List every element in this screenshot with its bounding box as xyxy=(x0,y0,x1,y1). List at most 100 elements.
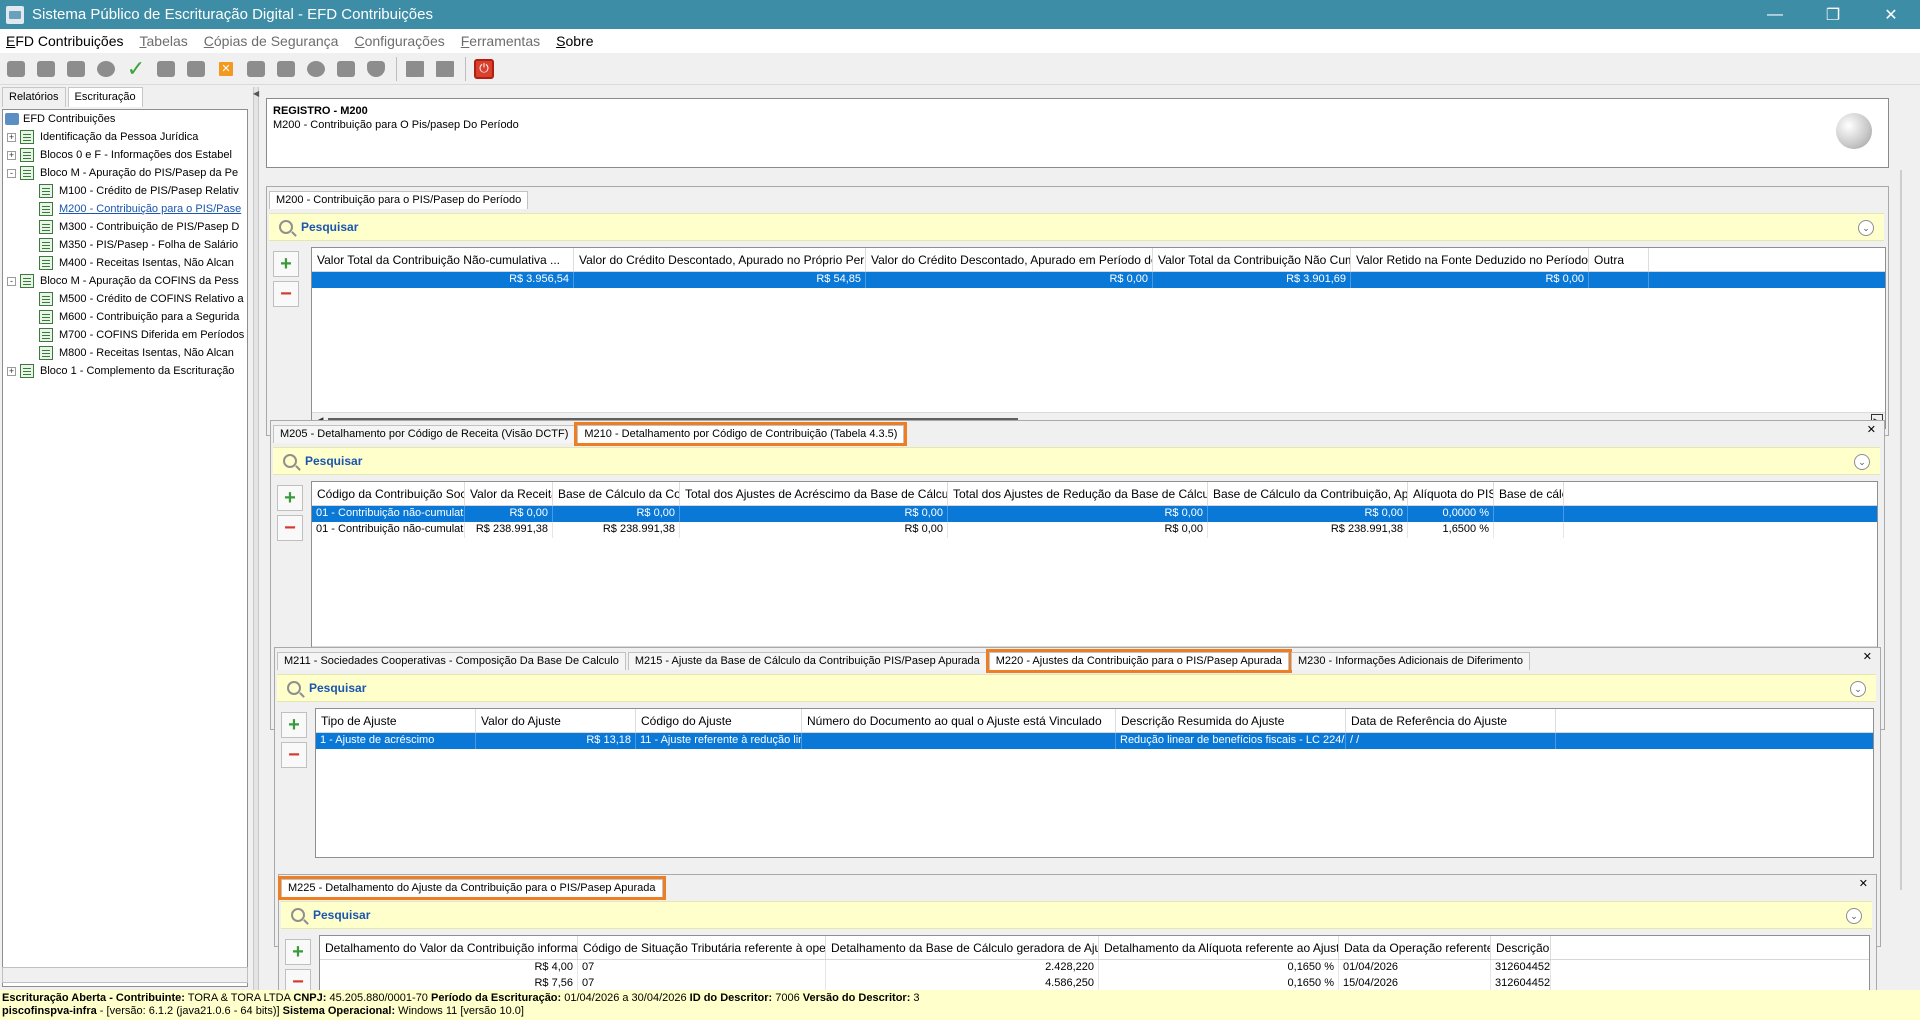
table-row[interactable]: 01 - Contribuição não-cumulativa ap...R$… xyxy=(312,522,1877,538)
column-header[interactable]: Valor do Crédito Descontado, Apurado no … xyxy=(574,248,866,271)
search-bar[interactable]: Pesquisar ⌄ xyxy=(277,674,1876,702)
search-bar[interactable]: Pesquisar ⌄ xyxy=(273,447,1880,475)
table-row[interactable]: R$ 4,00 07 2.428,220 0,1650 % 01/04/2026 3126… xyxy=(320,960,1869,976)
column-header[interactable]: Data da Operação referente ao ... xyxy=(1339,936,1491,959)
delete-icon[interactable] xyxy=(184,57,208,81)
close-window-button[interactable]: ✕ xyxy=(1862,0,1920,29)
column-header[interactable]: Valor Total da Contribuição Não Cumulati… xyxy=(1153,248,1351,271)
tab-m220[interactable]: M220 - Ajustes da Contribuição para o PI… xyxy=(985,649,1292,673)
new-icon[interactable] xyxy=(4,57,28,81)
column-header[interactable]: Valor do Ajuste xyxy=(476,709,636,732)
table-row[interactable]: R$ 3.956,54 R$ 54,85 R$ 0,00 R$ 3.901,69 R$ … xyxy=(312,272,1885,288)
tab-m225[interactable]: M225 - Detalhamento do Ajuste da Contrib… xyxy=(278,876,666,900)
collapse-arrow-icon[interactable]: ◀ xyxy=(253,89,259,98)
chevron-down-icon[interactable]: ⌄ xyxy=(1846,908,1862,924)
add-record-button[interactable]: + xyxy=(273,251,299,277)
menu-sobre[interactable]: Sobre xyxy=(556,33,593,49)
column-header[interactable]: Base de cálculo xyxy=(1494,482,1564,505)
column-header[interactable]: Base de Cálculo da Contri... xyxy=(553,482,680,505)
tree-item[interactable]: - Bloco M - Apuração do PIS/Pasep da Pe xyxy=(3,164,247,182)
tab-m230[interactable]: M230 - Informações Adicionais de Diferim… xyxy=(1290,652,1530,670)
tab-m211[interactable]: M211 - Sociedades Cooperativas - Composi… xyxy=(277,652,626,670)
folder-icon[interactable] xyxy=(64,57,88,81)
validate-check-icon[interactable]: ✓ xyxy=(124,56,148,81)
scroll-thumb[interactable] xyxy=(1900,170,1902,890)
expand-icon[interactable]: + xyxy=(7,132,16,142)
search-bar[interactable]: Pesquisar ⌄ xyxy=(269,213,1884,241)
tab-m210[interactable]: M210 - Detalhamento por Código de Contri… xyxy=(574,422,908,446)
expand-icon[interactable]: + xyxy=(7,150,16,160)
tree-item[interactable]: M800 - Receitas Isentas, Não Alcan xyxy=(3,344,247,362)
column-header[interactable]: Tipo de Ajuste xyxy=(316,709,476,732)
settings-icon[interactable] xyxy=(94,57,118,81)
tree-horizontal-scrollbar[interactable] xyxy=(2,967,248,983)
close-section-icon[interactable]: ✕ xyxy=(1859,877,1868,890)
tree-item[interactable]: M600 - Contribuição para a Segurida xyxy=(3,308,247,326)
search-label[interactable]: Pesquisar xyxy=(313,908,370,922)
column-header[interactable]: Número do Documento ao qual o Ajuste est… xyxy=(802,709,1116,732)
tree-item[interactable]: - Bloco M - Apuração da COFINS da Pess xyxy=(3,272,247,290)
column-header[interactable]: Código da Contribuição Social ... xyxy=(312,482,465,505)
tree-item[interactable]: M100 - Crédito de PIS/Pasep Relativ xyxy=(3,182,247,200)
column-header[interactable]: Detalhamento da Alíquota referente ao Aj… xyxy=(1099,936,1339,959)
expand-icon[interactable]: + xyxy=(7,366,16,376)
add-record-button[interactable]: + xyxy=(281,712,307,738)
menu-ferramentas[interactable]: Ferramentas xyxy=(461,33,540,49)
panel-splitter[interactable]: ◀ xyxy=(252,87,260,990)
column-header[interactable]: Código do Ajuste xyxy=(636,709,802,732)
menu-efd-contribuicoes[interactable]: EFD Contribuições xyxy=(6,33,124,49)
save-icon[interactable] xyxy=(403,57,427,81)
column-header[interactable]: Descrição Resumida do Ajuste xyxy=(1116,709,1346,732)
minimize-button[interactable]: — xyxy=(1746,0,1804,29)
tree-item[interactable]: M200 - Contribuição para o PIS/Pase xyxy=(3,200,247,218)
column-header[interactable]: Outra xyxy=(1589,248,1649,271)
save-as-icon[interactable] xyxy=(433,57,457,81)
column-header[interactable]: Descrição d xyxy=(1491,936,1551,959)
collapse-icon[interactable]: - xyxy=(7,168,16,178)
tab-m215[interactable]: M215 - Ajuste da Base de Cálculo da Cont… xyxy=(627,652,987,670)
transmit-icon[interactable] xyxy=(334,57,358,81)
search-bar[interactable]: Pesquisar ⌄ xyxy=(281,901,1872,929)
column-header[interactable]: Alíquota do PIS/... xyxy=(1408,482,1494,505)
column-header[interactable]: Valor do Crédito Descontado, Apurado em … xyxy=(866,248,1153,271)
table-row[interactable]: 1 - Ajuste de acréscimo R$ 13,18 11 - Ajus… xyxy=(316,733,1873,749)
add-record-button[interactable]: + xyxy=(277,485,303,511)
open-icon[interactable] xyxy=(34,57,58,81)
column-header[interactable]: Detalhamento do Valor da Contribuição in… xyxy=(320,936,578,959)
column-header[interactable]: Total dos Ajustes de Acréscimo da Base d… xyxy=(680,482,948,505)
exit-icon[interactable]: ⏻ xyxy=(472,57,496,81)
tree-item[interactable]: M350 - PIS/Pasep - Folha de Salário xyxy=(3,236,247,254)
close-file-icon[interactable]: ✕ xyxy=(214,57,238,81)
table-row[interactable]: R$ 7,56 07 4.586,250 0,1650 % 15/04/2026 3126… xyxy=(320,976,1869,990)
tab-escrituracao[interactable]: Escrituração xyxy=(67,87,143,107)
column-header[interactable]: Data de Referência do Ajuste xyxy=(1346,709,1556,732)
menu-copias-de-seguranca[interactable]: Cópias de Segurança xyxy=(204,33,339,49)
maximize-button[interactable]: ❐ xyxy=(1804,0,1862,29)
print-icon[interactable] xyxy=(274,57,298,81)
search-label[interactable]: Pesquisar xyxy=(305,454,362,468)
search-label[interactable]: Pesquisar xyxy=(301,220,358,234)
menu-configuracoes[interactable]: Configurações xyxy=(354,33,444,49)
remove-record-button[interactable]: − xyxy=(277,515,303,541)
column-header[interactable]: Valor da Receita ... xyxy=(465,482,553,505)
collapse-icon[interactable]: - xyxy=(7,276,16,286)
close-section-icon[interactable]: ✕ xyxy=(1863,650,1872,663)
table-row[interactable]: 01 - Contribuição não-cumulativa ap...R$… xyxy=(312,506,1877,522)
chevron-down-icon[interactable]: ⌄ xyxy=(1854,454,1870,470)
column-header[interactable]: Código de Situação Tributária referente … xyxy=(578,936,826,959)
tree-item[interactable]: + Blocos 0 e F - Informações dos Estabel xyxy=(3,146,247,164)
tab-m200[interactable]: M200 - Contribuição para o PIS/Pasep do … xyxy=(269,191,529,209)
tab-m205[interactable]: M205 - Detalhamento por Código de Receit… xyxy=(273,425,576,443)
main-vertical-scrollbar[interactable] xyxy=(1897,90,1902,990)
close-section-icon[interactable]: ✕ xyxy=(1867,423,1876,436)
tab-relatorios[interactable]: Relatórios xyxy=(2,87,66,107)
tree-item[interactable]: + Identificação da Pessoa Jurídica xyxy=(3,128,247,146)
add-record-button[interactable]: + xyxy=(285,939,311,965)
tree-item[interactable]: M700 - COFINS Diferida em Períodos xyxy=(3,326,247,344)
remove-record-button[interactable]: − xyxy=(285,969,311,990)
column-header[interactable]: Valor Retido na Fonte Deduzido no Períod… xyxy=(1351,248,1589,271)
remove-record-button[interactable]: − xyxy=(273,281,299,307)
column-header[interactable]: Total dos Ajustes de Redução da Base de … xyxy=(948,482,1208,505)
tree-item[interactable]: + Bloco 1 - Complemento da Escrituração xyxy=(3,362,247,380)
tree-item[interactable]: M500 - Crédito de COFINS Relativo a xyxy=(3,290,247,308)
